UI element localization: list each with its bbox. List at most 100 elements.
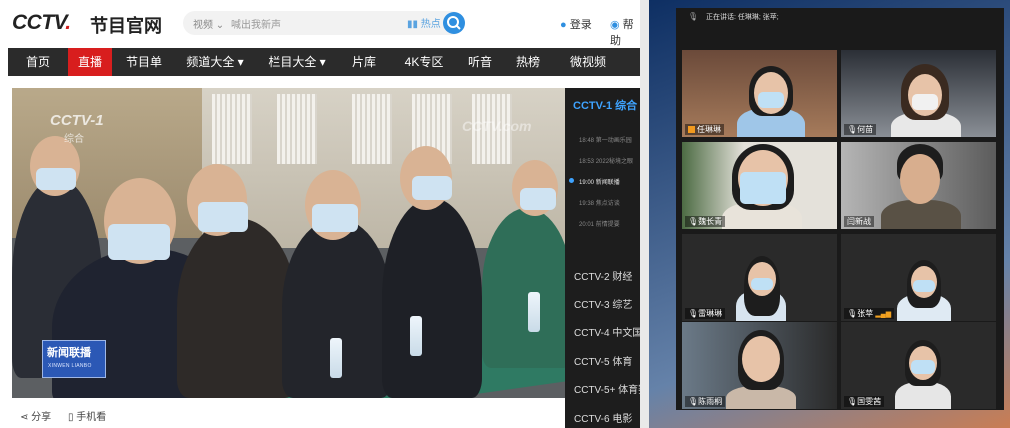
- channel-list: CCTV-1 综合 18:48 第一动画乐园 18:53 2022秘境之眼 19…: [565, 88, 640, 428]
- face-mask: [911, 360, 935, 374]
- water-bottle: [528, 292, 540, 332]
- mic-icon: 🎙: [847, 397, 858, 406]
- nav-library[interactable]: 片库: [344, 48, 384, 76]
- face-mask: [912, 94, 938, 110]
- program-item[interactable]: 18:53 2022秘境之眼: [579, 156, 633, 165]
- participant-tile[interactable]: 🎙国雯茜: [841, 322, 996, 409]
- mic-icon: 🎙: [688, 217, 699, 226]
- face-mask: [36, 168, 76, 190]
- search-icon: [447, 16, 461, 30]
- user-icon: ●: [560, 19, 567, 31]
- live-indicator-icon: [569, 178, 574, 183]
- help-link[interactable]: ◉ 帮助: [610, 16, 640, 48]
- show-badge-title: 新闻联播: [47, 347, 91, 359]
- mic-icon: 🎙: [688, 397, 699, 406]
- login-link[interactable]: ● 登录: [560, 16, 592, 32]
- search-bar[interactable]: 视频 ⌄ 喊出我新声 ▮▮ 热点: [183, 11, 465, 35]
- site-title: 节目官网: [90, 16, 162, 36]
- program-item-live[interactable]: 19:00 新闻联播: [579, 177, 620, 186]
- bar-chart-icon: ▮▮: [407, 19, 421, 30]
- mic-icon: 🎙: [847, 309, 858, 318]
- nav-microvideo[interactable]: 微视频: [560, 48, 616, 76]
- meeting-header: 🎙 正在讲话: 任琳琳; 张苹;: [676, 8, 1004, 26]
- player-toolbar: ⋖ 分享 ▯ 手机看: [12, 398, 565, 428]
- radiator: [212, 94, 252, 164]
- signal-icon: ▂▄▆: [875, 311, 892, 318]
- channel-item[interactable]: CCTV-5 体育: [574, 353, 632, 368]
- panel-divider: [640, 0, 649, 428]
- cctv-website: CCTV. 节目官网 视频 ⌄ 喊出我新声 ▮▮ 热点 ● 登录 ◉ 帮助 首页…: [0, 0, 640, 428]
- face-mask: [108, 224, 170, 260]
- participant-tile[interactable]: 🎙魏长青: [682, 142, 837, 229]
- nav-channels[interactable]: 频道大全 ▾: [180, 48, 250, 76]
- video-call-grid: 任琳琳 🎙何苗 🎙魏长青 闫新战 🎙雷琳琳 🎙张苹 ▂▄▆ 🎙陈雨桐 🎙国雯茜: [676, 26, 1004, 410]
- participant-face: [900, 154, 940, 204]
- participant-name: 🎙张苹 ▂▄▆: [844, 308, 895, 319]
- mic-icon: 🎙: [688, 309, 699, 318]
- search-scope-select[interactable]: 视频 ⌄: [193, 16, 224, 31]
- nav-schedule[interactable]: 节目单: [120, 48, 168, 76]
- nav-home[interactable]: 首页: [18, 48, 58, 76]
- participant-name: 🎙魏长青: [685, 216, 726, 227]
- hot-search-label[interactable]: ▮▮ 热点: [407, 15, 441, 30]
- face-mask: [312, 204, 358, 232]
- participant-name: 闫新战: [844, 216, 874, 227]
- participant-tile[interactable]: 🎙张苹 ▂▄▆: [841, 234, 996, 321]
- participant-tile[interactable]: 🎙何苗: [841, 50, 996, 137]
- main-nav: 首页 直播 节目单 频道大全 ▾ 栏目大全 ▾ 片库 4K专区 听音 热榜 微视…: [8, 48, 640, 76]
- face-mask: [740, 172, 786, 204]
- help-icon: ◉: [610, 19, 620, 31]
- search-input[interactable]: 喊出我新声: [231, 16, 281, 31]
- mobile-watch-button[interactable]: ▯ 手机看: [68, 408, 106, 423]
- face-mask: [751, 278, 773, 290]
- nav-4k[interactable]: 4K专区: [398, 48, 450, 76]
- participant-name: 任琳琳: [685, 124, 724, 135]
- channel-item[interactable]: CCTV-5+ 体育赛事: [574, 381, 640, 396]
- attendee: [177, 218, 297, 398]
- channel-item[interactable]: CCTV-3 综艺: [574, 296, 632, 311]
- speaking-indicator: 正在讲话: 任琳琳; 张苹;: [706, 14, 779, 21]
- share-button[interactable]: ⋖ 分享: [20, 408, 51, 423]
- participant-name: 🎙陈雨桐: [685, 396, 726, 407]
- participant-body: [895, 382, 951, 409]
- face-mask: [758, 92, 784, 108]
- channel-watermark-sub: 综合: [64, 134, 84, 145]
- share-icon: ⋖: [20, 412, 32, 423]
- attendee: [482, 208, 565, 368]
- site-watermark: CCTV.com: [462, 118, 532, 134]
- channel-item[interactable]: CCTV-4 中文国际: [574, 324, 640, 339]
- video-player[interactable]: CCTV-1 综合 CCTV.com 新闻联播 XINWEN LIANBO: [12, 88, 565, 398]
- nav-live[interactable]: 直播: [68, 48, 112, 76]
- participant-tile[interactable]: 🎙陈雨桐: [682, 322, 837, 409]
- participant-tile[interactable]: 闫新战: [841, 142, 996, 229]
- program-item[interactable]: 19:38 焦点访谈: [579, 198, 620, 207]
- cctv-logo[interactable]: CCTV.: [12, 11, 71, 35]
- channel-watermark: CCTV-1: [50, 112, 104, 129]
- participant-tile[interactable]: 任琳琳: [682, 50, 837, 137]
- participant-name: 🎙何苗: [844, 124, 877, 135]
- nav-listen[interactable]: 听音: [460, 48, 500, 76]
- participant-face: [742, 336, 780, 382]
- participant-tile[interactable]: 🎙雷琳琳: [682, 234, 837, 321]
- radiator: [352, 94, 392, 164]
- radiator: [277, 94, 317, 164]
- attendee: [382, 198, 482, 398]
- microphone-icon: 🎙: [688, 12, 699, 21]
- face-mask: [198, 202, 248, 232]
- nav-columns[interactable]: 栏目大全 ▾: [262, 48, 332, 76]
- search-button[interactable]: [443, 12, 465, 34]
- site-header: CCTV. 节目官网 视频 ⌄ 喊出我新声 ▮▮ 热点 ● 登录 ◉ 帮助: [0, 0, 640, 48]
- nav-hot[interactable]: 热榜: [508, 48, 548, 76]
- show-badge-sub: XINWEN LIANBO: [48, 363, 92, 369]
- water-bottle: [410, 316, 422, 356]
- participant-body: [881, 200, 961, 229]
- face-mask: [520, 188, 556, 210]
- current-channel[interactable]: CCTV-1 综合: [573, 97, 637, 113]
- channel-item[interactable]: CCTV-6 电影: [574, 410, 632, 425]
- program-item[interactable]: 18:48 第一动画乐园: [579, 135, 632, 144]
- water-bottle: [330, 338, 342, 378]
- program-item[interactable]: 20:01 前情提要: [579, 219, 620, 228]
- face-mask: [412, 176, 452, 200]
- channel-item[interactable]: CCTV-2 财经: [574, 268, 632, 283]
- show-badge: 新闻联播 XINWEN LIANBO: [42, 340, 106, 378]
